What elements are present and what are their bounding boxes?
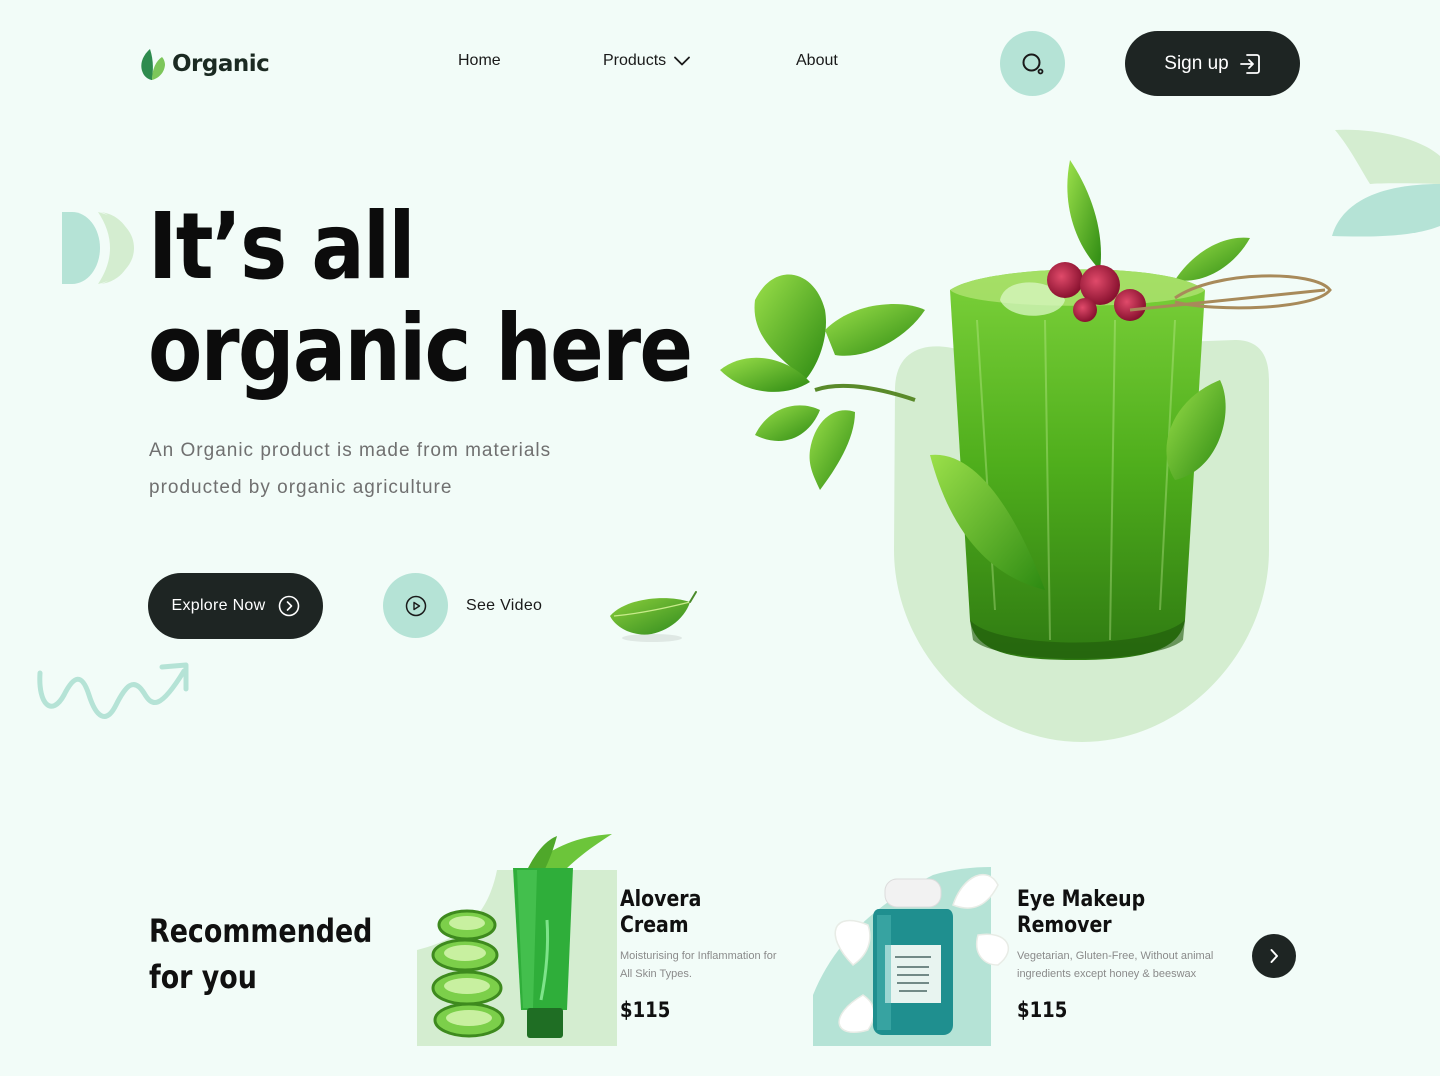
search-button[interactable] xyxy=(1000,31,1065,96)
product-price: $115 xyxy=(1017,998,1068,1022)
product-description-line2: ingredients except honey & beeswax xyxy=(1017,968,1197,980)
hero-description: An Organic product is made from material… xyxy=(149,432,609,506)
recommended-heading: Recommended for you xyxy=(149,908,372,1000)
product-description-line1: Vegetarian, Gluten-Free, Without animal xyxy=(1017,950,1214,962)
recommended-heading-line2: for you xyxy=(149,958,257,996)
sign-in-arrow-icon xyxy=(1239,53,1260,74)
product-name[interactable]: Alovera Cream xyxy=(620,887,792,939)
product-name-line2: Remover xyxy=(1017,913,1112,938)
arrow-right-circle-icon xyxy=(278,595,299,617)
brand-name: Organic xyxy=(172,51,270,77)
explore-now-label: Explore Now xyxy=(171,597,266,614)
product-image-alovera-cream[interactable] xyxy=(417,830,617,1046)
product-name-line1: Alovera xyxy=(620,887,702,912)
brand-logo[interactable]: Organic xyxy=(138,47,270,81)
product-description-line1: Moisturising for Inflammation for xyxy=(620,950,777,962)
nav-home-link[interactable]: Home xyxy=(458,52,501,70)
next-products-button[interactable] xyxy=(1252,934,1296,978)
product-name-line2: Cream xyxy=(620,913,689,938)
product-description: Moisturising for Inflammation for All Sk… xyxy=(620,947,795,983)
nav-about-link[interactable]: About xyxy=(796,52,838,70)
nav-products-label: Products xyxy=(603,52,667,69)
chevron-down-icon xyxy=(674,56,691,66)
decorative-leaf xyxy=(610,591,697,642)
decorative-squiggle-arrow xyxy=(37,662,189,719)
hero-title: It’s all organic here xyxy=(148,193,693,402)
product-name-line1: Eye Makeup xyxy=(1017,887,1146,912)
hero-juice-illustration xyxy=(720,160,1332,742)
signup-label: Sign up xyxy=(1164,52,1229,74)
hero-title-line2: organic here xyxy=(148,295,693,402)
mint-sprig xyxy=(720,274,925,490)
signup-button[interactable]: Sign up xyxy=(1125,31,1300,96)
search-icon xyxy=(1022,53,1043,74)
decorative-corner-leaf xyxy=(1332,129,1440,237)
explore-now-button[interactable]: Explore Now xyxy=(148,573,323,639)
product-name[interactable]: Eye Makeup Remover xyxy=(1017,887,1189,939)
nav-products-dropdown[interactable]: Products xyxy=(603,52,691,70)
hero-description-line1: An Organic product is made from material… xyxy=(149,440,552,461)
leaf-logo-icon xyxy=(141,49,165,80)
recommended-heading-line1: Recommended xyxy=(149,912,373,950)
product-price: $115 xyxy=(620,998,671,1022)
hero-title-line1: It’s all xyxy=(148,193,416,300)
see-video-link[interactable]: See Video xyxy=(466,597,542,615)
product-description: Vegetarian, Gluten-Free, Without animal … xyxy=(1017,947,1232,983)
chevron-right-icon xyxy=(1270,949,1278,963)
play-video-button[interactable] xyxy=(383,573,448,638)
decorative-half-circles xyxy=(62,212,134,284)
product-image-eye-makeup-remover[interactable] xyxy=(813,865,1013,1046)
play-circle-icon xyxy=(405,595,426,616)
hero-description-line2: producted by organic agriculture xyxy=(149,477,453,498)
product-description-line2: All Skin Types. xyxy=(620,968,692,980)
